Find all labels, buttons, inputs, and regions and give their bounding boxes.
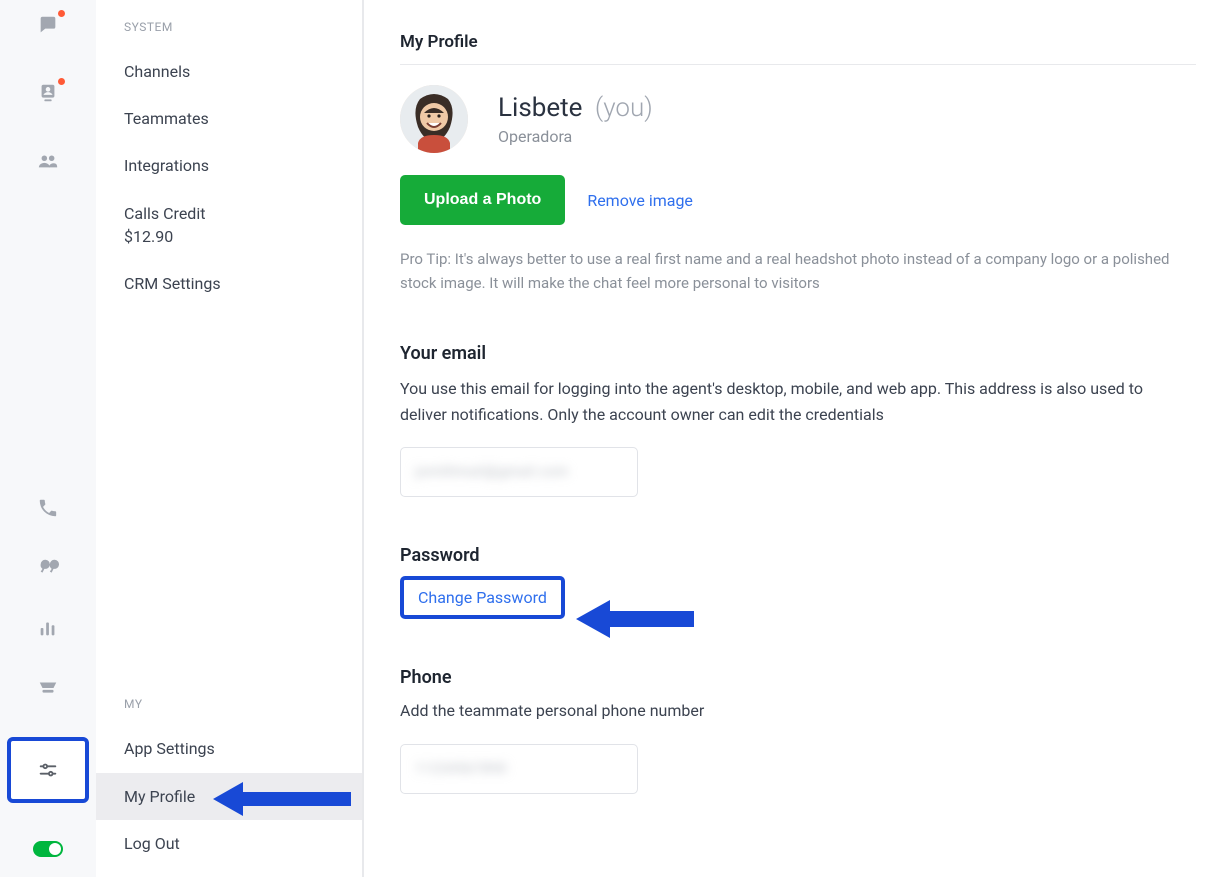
upload-photo-button[interactable]: Upload a Photo	[400, 175, 565, 225]
phone-field[interactable]: 11234567890	[400, 744, 638, 794]
reports-icon[interactable]	[37, 617, 59, 639]
avatar	[400, 85, 468, 153]
phone-value-obscured: 11234567890	[415, 761, 623, 777]
settings-highlight-box	[7, 737, 89, 803]
change-password-link[interactable]: Change Password	[418, 588, 547, 607]
profile-name-text: Lisbete	[498, 93, 582, 123]
sidebar-item-my-profile[interactable]: My Profile	[96, 773, 362, 820]
profile-name: Lisbete (you)	[498, 93, 653, 123]
password-heading: Password	[400, 545, 1196, 566]
pro-tip-text: Pro Tip: It's always better to use a rea…	[400, 247, 1172, 295]
sidebar-item-integrations[interactable]: Integrations	[96, 142, 362, 189]
main-content: My Profile Lisbete (you)	[364, 0, 1220, 877]
profile-you-suffix: (you)	[595, 93, 653, 123]
sidebar-item-channels[interactable]: Channels	[96, 48, 362, 95]
email-heading: Your email	[400, 343, 1196, 364]
calls-credit-label: Calls Credit	[124, 204, 205, 223]
settings-sidebar: SYSTEM Channels Teammates Integrations C…	[96, 0, 364, 877]
settings-icon[interactable]	[37, 759, 59, 781]
sidebar-item-log-out[interactable]: Log Out	[96, 820, 362, 867]
plan-icon[interactable]	[37, 677, 59, 699]
visitors-icon[interactable]	[37, 557, 59, 579]
profile-role: Operadora	[498, 127, 653, 146]
team-icon[interactable]	[37, 150, 59, 172]
remove-image-link[interactable]: Remove image	[587, 191, 693, 210]
sidebar-item-calls-credit[interactable]: Calls Credit $12.90	[96, 190, 362, 260]
change-password-highlight-box: Change Password	[400, 576, 565, 619]
phone-description: Add the teammate personal phone number	[400, 698, 1172, 724]
sidebar-item-teammates[interactable]: Teammates	[96, 95, 362, 142]
sidebar-item-crm-settings[interactable]: CRM Settings	[96, 260, 362, 307]
phone-heading: Phone	[400, 667, 1196, 688]
calls-icon[interactable]	[37, 497, 59, 519]
page-title: My Profile	[400, 0, 1196, 65]
contacts-icon[interactable]	[37, 82, 59, 104]
email-value-obscured: jsmithmail@gmail.com	[415, 464, 623, 480]
calls-credit-amount: $12.90	[124, 225, 334, 248]
email-description: You use this email for logging into the …	[400, 376, 1172, 427]
chats-icon[interactable]	[37, 14, 59, 36]
status-toggle[interactable]	[33, 841, 63, 857]
sidebar-group-system: SYSTEM	[96, 16, 362, 48]
email-field[interactable]: jsmithmail@gmail.com	[400, 447, 638, 497]
sidebar-item-app-settings[interactable]: App Settings	[96, 725, 362, 772]
sidebar-group-my: MY	[96, 693, 362, 725]
nav-rail	[0, 0, 96, 877]
